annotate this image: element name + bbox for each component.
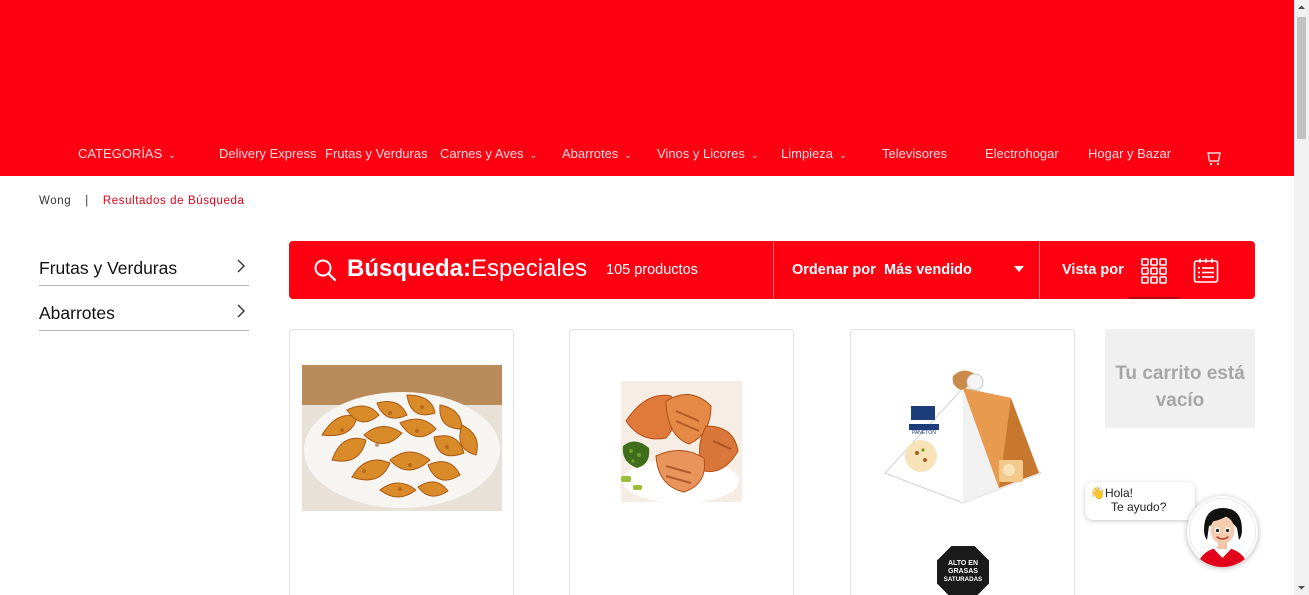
sidebar-item-frutas-verduras[interactable]: Frutas y Verduras	[39, 241, 249, 286]
product-card[interactable]	[569, 329, 794, 595]
nav-item-label: Carnes y Aves	[440, 146, 524, 161]
nav-item-electrohogar[interactable]: Electrohogar	[985, 146, 1059, 161]
chat-assistant-button[interactable]	[1187, 496, 1258, 567]
nav-item-label: Abarrotes	[562, 146, 619, 161]
empty-cart-panel: Tu carrito está vacío	[1105, 329, 1255, 428]
nav-item-label: Limpieza	[781, 146, 834, 161]
chat-greeting-bubble[interactable]: 👋Hola! Te ayudo?	[1085, 482, 1195, 520]
site-header: CATEGORÍAS ⌄ Delivery Express Frutas y Ve…	[0, 0, 1294, 176]
nav-item-limpieza[interactable]: Limpieza ⌄	[781, 146, 847, 161]
scrollbar-thumb[interactable]	[1297, 17, 1306, 139]
search-results-bar: Búsqueda: Especiales 105 productos Orden…	[289, 241, 1255, 299]
active-view-indicator	[1128, 297, 1180, 299]
divider	[773, 241, 774, 299]
nav-item-delivery-express[interactable]: Delivery Express	[219, 146, 317, 161]
caret-down-icon[interactable]	[1014, 266, 1024, 272]
scroll-up-arrow-icon[interactable]	[1294, 0, 1309, 15]
chevron-down-icon: ⌄	[168, 150, 176, 160]
list-view-icon[interactable]	[1193, 258, 1219, 284]
sort-select[interactable]: Más vendido	[884, 262, 972, 278]
nav-item-label: Vinos y Licores	[657, 146, 745, 161]
chevron-right-icon	[237, 304, 245, 318]
product-card[interactable]	[289, 329, 514, 595]
chevron-down-icon: ⌄	[839, 150, 847, 160]
warning-seal-text: SATURADAS	[944, 576, 982, 583]
chat-greeting: 👋Hola!	[1090, 486, 1133, 500]
nav-item-categorias[interactable]: CATEGORÍAS ⌄	[78, 146, 176, 161]
page-scrollbar[interactable]	[1294, 0, 1309, 595]
nav-item-frutas-verduras[interactable]: Frutas y Verduras	[325, 146, 428, 161]
sidebar-item-abarrotes[interactable]: Abarrotes	[39, 286, 249, 331]
view-label: Vista por	[1062, 262, 1124, 278]
empty-cart-message: Tu carrito está vacío	[1115, 363, 1245, 411]
waving-hand-icon: 👋	[1090, 486, 1105, 500]
breadcrumb: Wong | Resultados de Búsqueda	[39, 195, 245, 207]
breadcrumb-home-link[interactable]: Wong	[39, 195, 71, 207]
cart-icon[interactable]	[1206, 146, 1224, 166]
chevron-right-icon	[237, 259, 245, 273]
search-label: Búsqueda:	[347, 255, 472, 282]
sort-label: Ordenar por	[792, 262, 876, 278]
breadcrumb-current: Resultados de Búsqueda	[102, 195, 245, 207]
product-image	[621, 381, 742, 502]
assistant-avatar-icon	[1189, 498, 1256, 567]
product-image: PANETÓN	[884, 370, 1042, 504]
product-image	[302, 365, 502, 511]
nav-item-televisores[interactable]: Televisores	[882, 146, 947, 161]
sidebar-item-label: Frutas y Verduras	[39, 258, 178, 278]
results-count: 105 productos	[606, 262, 698, 278]
grid-view-icon[interactable]	[1141, 258, 1167, 284]
chat-greeting-text: Hola!	[1104, 486, 1133, 500]
nav-item-carnes-aves[interactable]: Carnes y Aves ⌄	[440, 146, 537, 161]
warning-seal-text: ALTO EN	[948, 560, 978, 567]
chat-prompt: Te ayudo?	[1111, 500, 1167, 514]
nav-item-label: CATEGORÍAS	[78, 146, 163, 161]
chevron-down-icon: ⌄	[529, 150, 538, 160]
chevron-down-icon: ⌄	[750, 150, 759, 160]
divider	[1039, 241, 1040, 299]
product-card[interactable]: PANETÓN ALTO EN GRASAS SATURADAS	[850, 329, 1075, 595]
chevron-down-icon: ⌄	[624, 150, 632, 160]
nav-item-label: Televisores	[882, 146, 948, 161]
warning-seal-text: GRASAS	[948, 568, 978, 575]
search-term: Especiales	[471, 255, 588, 282]
search-icon	[314, 259, 337, 282]
sidebar-item-label: Abarrotes	[39, 303, 115, 323]
breadcrumb-separator: |	[85, 195, 89, 207]
nav-item-abarrotes[interactable]: Abarrotes ⌄	[562, 146, 632, 161]
svg-text:PANETÓN: PANETÓN	[912, 429, 936, 436]
main-nav: CATEGORÍAS ⌄ Delivery Express Frutas y Ve…	[0, 146, 1294, 166]
nav-item-vinos-licores[interactable]: Vinos y Licores ⌄	[657, 146, 758, 161]
warning-seal-icon: ALTO EN GRASAS SATURADAS	[935, 544, 991, 595]
page: CATEGORÍAS ⌄ Delivery Express Frutas y Ve…	[0, 0, 1309, 595]
scroll-down-arrow-icon[interactable]	[1294, 580, 1309, 595]
nav-item-hogar-bazar[interactable]: Hogar y Bazar	[1088, 146, 1171, 161]
